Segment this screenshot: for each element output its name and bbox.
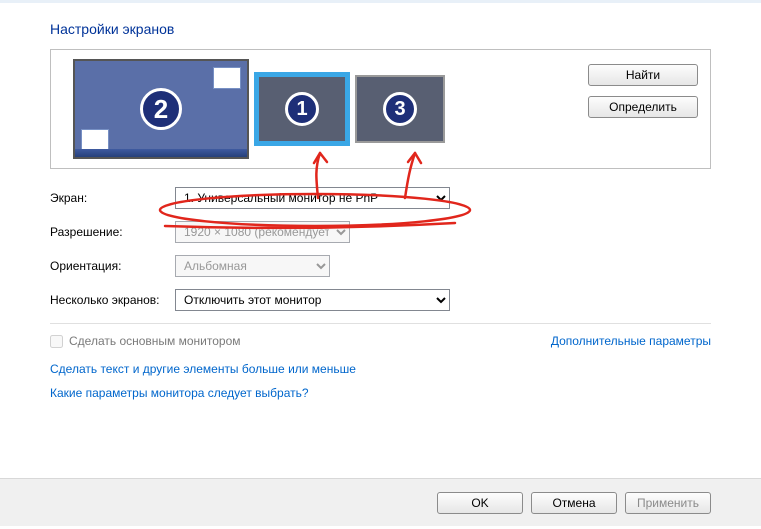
monitor-2[interactable]: 2 xyxy=(73,59,249,159)
make-primary-checkbox[interactable]: Сделать основным монитором xyxy=(50,334,241,348)
divider xyxy=(50,323,711,324)
cancel-button[interactable]: Отмена xyxy=(531,492,617,514)
ok-button[interactable]: OK xyxy=(437,492,523,514)
make-primary-label: Сделать основным монитором xyxy=(69,334,241,348)
identify-button[interactable]: Определить xyxy=(588,96,698,118)
find-button[interactable]: Найти xyxy=(588,64,698,86)
multiple-displays-select[interactable]: Отключить этот монитор xyxy=(175,289,450,311)
monitor-number: 3 xyxy=(383,92,417,126)
resolution-label: Разрешение: xyxy=(50,225,175,239)
orientation-select[interactable]: Альбомная xyxy=(175,255,330,277)
monitor-3[interactable]: 3 xyxy=(355,75,445,143)
text-size-link[interactable]: Сделать текст и другие элементы больше и… xyxy=(50,362,711,376)
monitor-number: 1 xyxy=(285,92,319,126)
thumbnail-window-icon xyxy=(213,67,241,89)
page-title: Настройки экранов xyxy=(50,21,711,37)
which-monitor-link[interactable]: Какие параметры монитора следует выбрать… xyxy=(50,386,711,400)
dialog-footer: OK Отмена Применить xyxy=(0,478,761,526)
screen-select[interactable]: 1. Универсальный монитор не PnP xyxy=(175,187,450,209)
thumbnail-window-icon xyxy=(81,129,109,151)
monitor-1[interactable]: 1 xyxy=(257,75,347,143)
monitor-number: 2 xyxy=(140,88,182,130)
resolution-select[interactable]: 1920 × 1080 (рекомендуется) xyxy=(175,221,350,243)
multiple-displays-label: Несколько экранов: xyxy=(50,293,175,307)
taskbar-icon xyxy=(75,149,247,157)
display-arrangement-box: 2 1 3 Найти Определить xyxy=(50,49,711,169)
screen-label: Экран: xyxy=(50,191,175,205)
advanced-settings-link[interactable]: Дополнительные параметры xyxy=(551,334,711,348)
orientation-label: Ориентация: xyxy=(50,259,175,273)
apply-button[interactable]: Применить xyxy=(625,492,711,514)
make-primary-checkbox-input[interactable] xyxy=(50,335,63,348)
